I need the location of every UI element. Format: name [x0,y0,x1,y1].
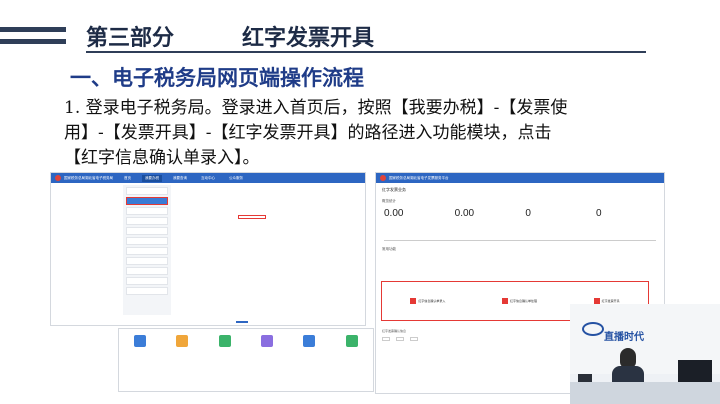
menu-link[interactable] [175,230,232,234]
menu-link[interactable] [238,223,295,227]
quick-function-item[interactable] [345,335,358,349]
sidebar-item[interactable] [126,227,168,235]
function-icon [261,335,274,347]
quick-function-item[interactable] [303,335,316,349]
tax-logo-icon [380,175,386,181]
metric: 0.00 [455,208,515,219]
presenter-head [620,348,636,368]
portal-header-bar: 国家税务总局湖北省电子税务局 首页 我要办税 我要查询 互动中心 公众服务 [51,173,365,183]
tax-logo-icon [55,175,61,181]
function-icon [176,335,189,347]
menu-link[interactable] [238,238,295,242]
document-icon [501,298,508,304]
metric-divider [384,225,656,241]
red-invoice-title: 红字发票业务 [382,187,406,192]
overview-metrics: 0.00 0.00 0 0 [376,208,664,219]
function-icon [218,335,231,347]
part-title: 第三部分 [86,26,175,51]
brand-logo-icon [582,322,604,336]
function-icon [303,335,316,347]
sidebar-item[interactable] [126,187,168,195]
metric-value: 0 [595,208,602,219]
menu-link[interactable] [302,200,359,204]
desk [570,382,720,404]
portal-sidebar [123,185,171,315]
sidebar-item[interactable] [126,267,168,275]
nav-tab-interaction[interactable]: 互动中心 [198,175,218,182]
step-1-line: 用】-【发票开具】-【红字发票开具】的路径进入功能模块，点击 [64,123,552,143]
document-icon [410,298,417,304]
menu-link[interactable] [175,215,232,219]
platform-title: 国家税务总局湖北省电子发票服务平台 [389,175,449,180]
card-red-confirm-process[interactable]: 红字信息确认单处理 [501,298,537,304]
red-invoice-issue-link[interactable] [238,215,267,219]
common-functions-label: 常用功能 [382,247,396,251]
monitor [678,360,712,382]
nav-tab-tax-service[interactable]: 我要办税 [142,174,162,182]
sidebar-item[interactable] [126,257,168,265]
card-red-confirm-entry[interactable]: 红字信息确认单录入 [410,298,445,304]
sidebar-item[interactable] [126,287,168,295]
metric-value: 0.00 [384,208,404,219]
quick-function-item[interactable] [134,335,147,349]
sidebar-item[interactable] [126,247,168,255]
metric: 0 [596,208,656,219]
menu-link[interactable] [175,192,232,196]
menu-link[interactable] [238,200,295,204]
header-decoration-bar [0,27,66,32]
quick-function-item[interactable] [261,335,274,349]
presenter-video: 直播时代 [570,304,720,404]
carousel-indicator [236,321,248,323]
sidebar-item[interactable] [126,277,168,285]
function-icon [134,335,147,347]
step-1-text: 1. 登录电子税务局。登录进入首页后，按照【我要办税】-【发票使 用】-【发票开… [64,96,664,171]
menu-link[interactable] [302,207,359,211]
menu-link[interactable] [302,230,359,234]
quick-function-screenshot [118,328,374,392]
metric: 0.00 [384,208,444,219]
nav-tab-home[interactable]: 首页 [121,175,134,182]
metric: 0 [525,208,585,219]
menu-link[interactable] [302,192,359,196]
menu-link[interactable] [302,215,359,219]
menu-link[interactable] [302,238,359,242]
nav-tab-public[interactable]: 公众服务 [226,175,246,182]
menu-link[interactable] [175,238,232,242]
menu-link[interactable] [238,192,295,196]
menu-link[interactable] [175,200,232,204]
list-tab[interactable] [382,337,390,341]
section-heading: 一、电子税务局网页端操作流程 [70,66,364,90]
sidebar-item[interactable] [126,207,168,215]
topic-title: 红字发票开具 [242,26,375,51]
menu-link[interactable] [238,207,295,211]
header-decoration-bar [0,39,66,44]
list-tab[interactable] [396,337,404,341]
metric-value: 0.00 [454,208,475,219]
portal-menu-screenshot: 国家税务总局湖北省电子税务局 首页 我要办税 我要查询 互动中心 公众服务 [50,172,366,326]
metric-value: 0 [525,208,531,219]
menu-link[interactable] [175,223,232,227]
nav-tab-query[interactable]: 我要查询 [170,175,190,182]
quick-function-item[interactable] [218,335,231,349]
sidebar-item[interactable] [126,237,168,245]
step-1-line: 【红字信息确认单录入】。 [64,148,260,168]
portal-menu-grid [175,189,359,319]
menu-link[interactable] [238,230,295,234]
menu-link[interactable] [175,207,232,211]
platform-header-bar: 国家税务总局湖北省电子发票服务平台 [376,173,664,183]
brand-name: 直播时代 [604,332,644,343]
quick-function-item[interactable] [176,335,189,349]
sidebar-item[interactable] [126,217,168,225]
menu-link[interactable] [302,223,359,227]
sidebar-item-invoice-use[interactable] [126,197,168,205]
list-tab[interactable] [410,337,418,341]
overview-label: 概览统计 [382,199,396,203]
function-icon [345,335,358,347]
header-divider [86,51,646,53]
step-1-line: 1. 登录电子税务局。登录进入首页后，按照【我要办税】-【发票使 [64,98,568,118]
portal-title: 国家税务总局湖北省电子税务局 [64,175,113,180]
